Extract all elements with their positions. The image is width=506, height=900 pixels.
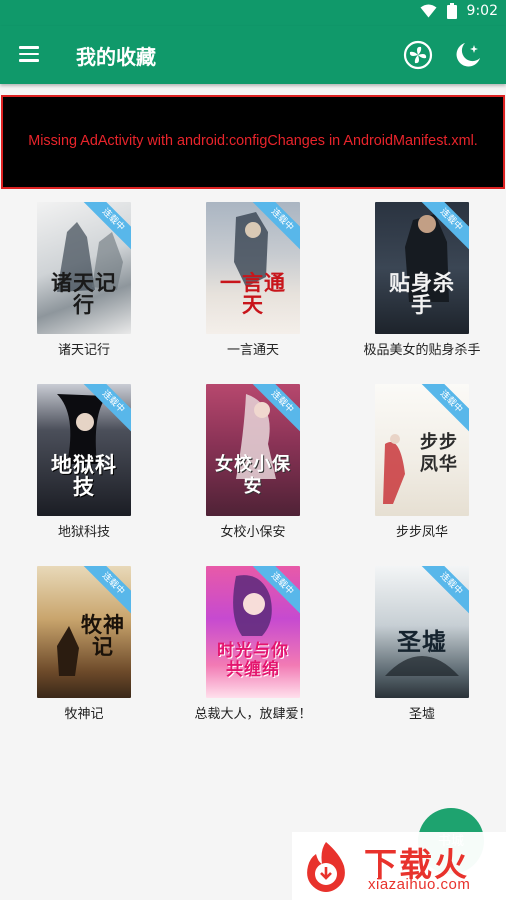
book-cover: 贴身杀手 连载中 <box>375 202 469 334</box>
menu-icon[interactable] <box>16 42 42 68</box>
book-cover: 女校小保安 连载中 <box>206 384 300 516</box>
book-title: 诸天记行 <box>57 343 110 358</box>
battery-icon <box>446 3 457 19</box>
status-icons: 9:02 <box>420 3 498 19</box>
wifi-icon <box>420 4 437 18</box>
book-title: 圣墟 <box>408 707 435 722</box>
book-cover: 地狱科技 连载中 <box>37 384 131 516</box>
ad-banner[interactable]: Missing AdActivity with android:configCh… <box>1 95 505 189</box>
fan-icon[interactable] <box>402 39 434 71</box>
book-cover: 圣墟 连载中 <box>375 566 469 698</box>
status-bar: 9:02 <box>0 0 506 26</box>
book-item[interactable]: 一言通天 连载中 一言通天 <box>169 200 337 370</box>
book-title: 女校小保安 <box>220 525 286 540</box>
book-cover: 诸天记行 连载中 <box>37 202 131 334</box>
book-cover: 牧神记 连载中 <box>37 566 131 698</box>
watermark: 下载火 xiazaihuo.com <box>292 832 506 900</box>
book-item[interactable]: 女校小保安 连载中 女校小保安 <box>169 382 337 552</box>
book-item[interactable]: 圣墟 连载中 圣墟 <box>338 564 506 734</box>
status-time: 9:02 <box>466 3 498 19</box>
book-cover: 时光与你共缠绵 连载中 <box>206 566 300 698</box>
book-item[interactable]: 时光与你共缠绵 连载中 总裁大人，放肆爱！ <box>169 564 337 734</box>
page-title: 我的收藏 <box>76 45 156 69</box>
book-cover: 步步凤华 连载中 <box>375 384 469 516</box>
book-item[interactable]: 牧神记 连载中 牧神记 <box>0 564 168 734</box>
app-bar: 我的收藏 <box>0 26 506 84</box>
watermark-url: xiazaihuo.com <box>368 876 471 893</box>
night-mode-icon[interactable] <box>452 39 484 71</box>
ad-error-text: Missing AdActivity with android:configCh… <box>28 133 478 149</box>
book-item[interactable]: 贴身杀手 连载中 极品美女的贴身杀手 <box>338 200 506 370</box>
flame-logo-icon <box>307 842 345 892</box>
book-title: 极品美女的贴身杀手 <box>363 343 481 358</box>
book-title: 步步凤华 <box>395 525 448 540</box>
book-title: 地狱科技 <box>57 525 110 540</box>
book-title: 牧神记 <box>64 707 104 722</box>
book-item[interactable]: 步步凤华 连载中 步步凤华 <box>338 382 506 552</box>
book-title: 总裁大人，放肆爱！ <box>194 707 312 722</box>
book-title: 一言通天 <box>226 343 279 358</box>
book-item[interactable]: 地狱科技 连载中 地狱科技 <box>0 382 168 552</box>
book-item[interactable]: 诸天记行 连载中 诸天记行 <box>0 200 168 370</box>
book-cover: 一言通天 连载中 <box>206 202 300 334</box>
